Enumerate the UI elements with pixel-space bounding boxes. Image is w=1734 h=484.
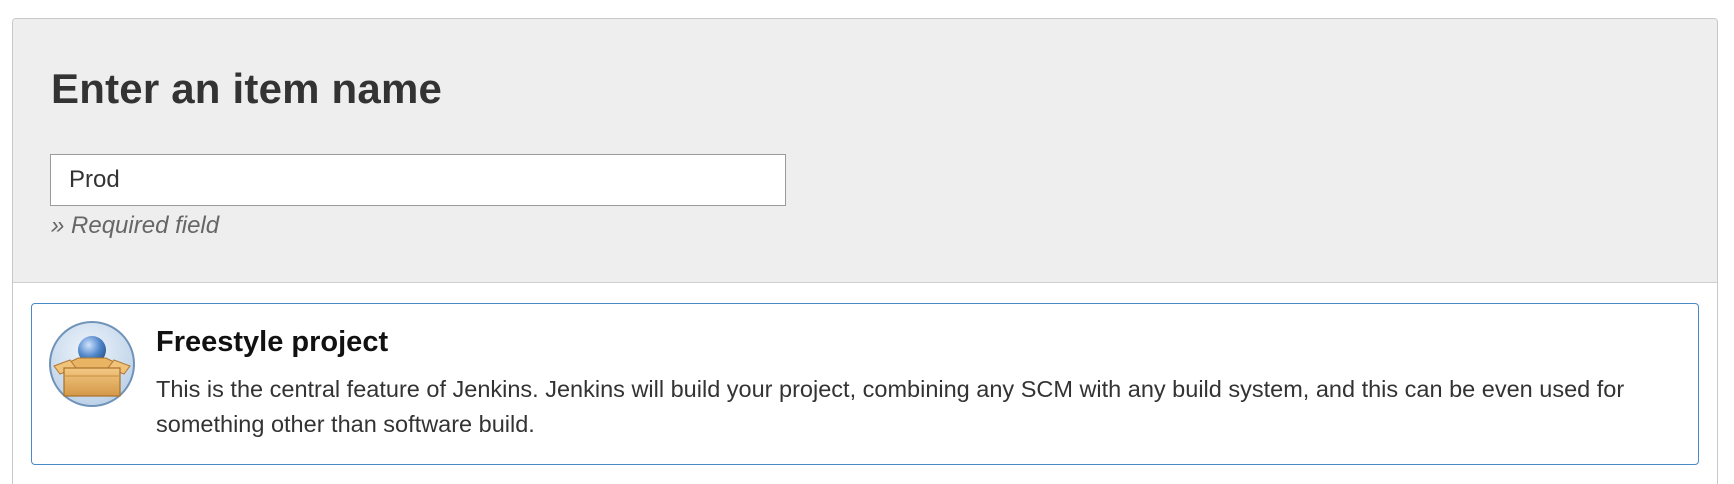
new-item-panel: Enter an item name » Required field: [12, 18, 1718, 484]
new-item-page: Enter an item name » Required field: [0, 0, 1734, 484]
item-type-description: This is the central feature of Jenkins. …: [156, 376, 1625, 437]
item-name-input[interactable]: [50, 154, 786, 206]
item-name-section: Enter an item name » Required field: [13, 19, 1717, 283]
page-title: Enter an item name: [51, 65, 443, 112]
required-field-hint: » Required field: [51, 212, 220, 239]
item-type-title: Freestyle project: [156, 326, 389, 358]
item-type-freestyle-project[interactable]: Freestyle project This is the central fe…: [31, 303, 1699, 465]
freestyle-project-icon: [49, 321, 135, 407]
